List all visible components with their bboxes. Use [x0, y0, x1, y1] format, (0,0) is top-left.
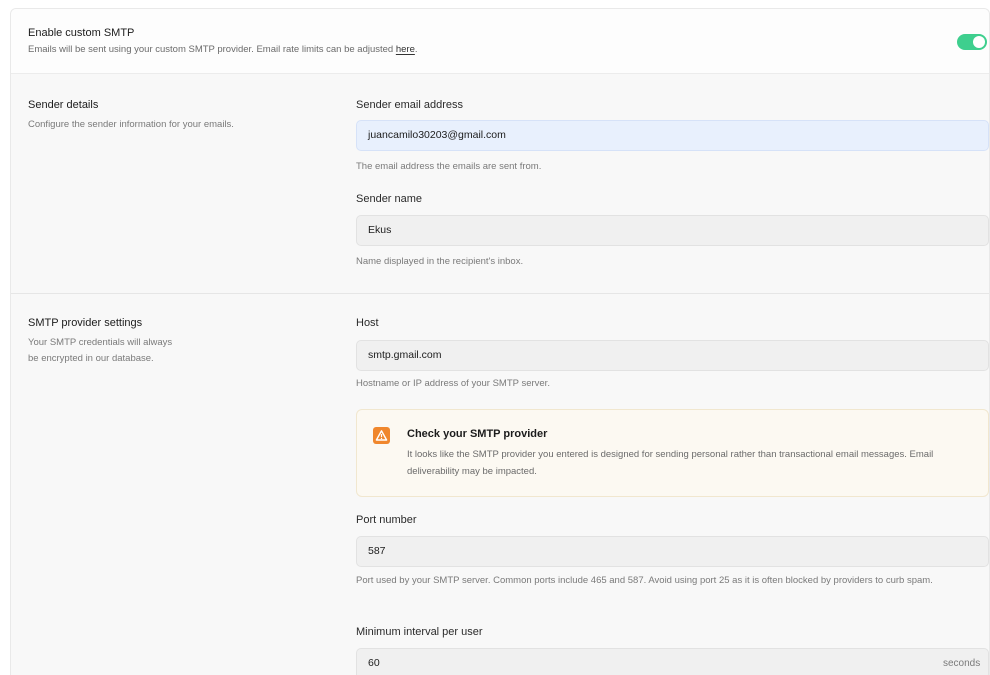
sender-email-label: Sender email address: [356, 99, 464, 111]
provider-settings-description-line1: Your SMTP credentials will always: [28, 337, 173, 348]
sender-details-title: Sender details: [28, 99, 99, 111]
toggle-knob: [973, 36, 985, 48]
rate-limits-link[interactable]: here: [396, 44, 415, 55]
interval-label: Minimum interval per user: [356, 626, 483, 638]
interval-unit-suffix: seconds: [943, 658, 981, 669]
port-hint: Port used by your SMTP server. Common po…: [356, 575, 933, 586]
enable-smtp-toggle[interactable]: [957, 34, 987, 50]
port-input[interactable]: 587: [356, 536, 989, 567]
host-input[interactable]: smtp.gmail.com: [356, 340, 989, 371]
smtp-provider-warning: Check your SMTP provider It looks like t…: [356, 409, 989, 497]
warning-triangle-icon: [373, 427, 390, 444]
sender-name-label: Sender name: [356, 193, 423, 205]
sender-details-description: Configure the sender information for you…: [28, 119, 234, 130]
enable-custom-smtp-row: Enable custom SMTP Emails will be sent u…: [11, 9, 989, 74]
sender-email-hint: The email address the emails are sent fr…: [356, 161, 542, 172]
enable-smtp-description-text: Emails will be sent using your custom SM…: [28, 44, 396, 55]
interval-input[interactable]: 60 seconds: [356, 648, 989, 675]
sender-name-input[interactable]: Ekus: [356, 215, 989, 246]
warning-title: Check your SMTP provider: [407, 428, 548, 440]
host-hint: Hostname or IP address of your SMTP serv…: [356, 378, 550, 389]
sender-name-hint: Name displayed in the recipient's inbox.: [356, 256, 524, 267]
warning-body: It looks like the SMTP provider you ente…: [407, 449, 934, 477]
enable-smtp-title: Enable custom SMTP: [28, 27, 135, 39]
provider-settings-title: SMTP provider settings: [28, 317, 143, 329]
smtp-settings-panel: Enable custom SMTP Emails will be sent u…: [10, 8, 990, 675]
enable-smtp-description: Emails will be sent using your custom SM…: [28, 44, 418, 55]
port-label: Port number: [356, 514, 417, 526]
provider-settings-description-line2: be encrypted in our database.: [28, 353, 154, 364]
section-divider: [11, 293, 989, 294]
interval-value: 60: [368, 657, 380, 669]
enable-smtp-description-end: .: [414, 44, 418, 55]
sender-email-input[interactable]: juancamilo30203@gmail.com: [356, 120, 989, 151]
host-label: Host: [356, 317, 379, 329]
